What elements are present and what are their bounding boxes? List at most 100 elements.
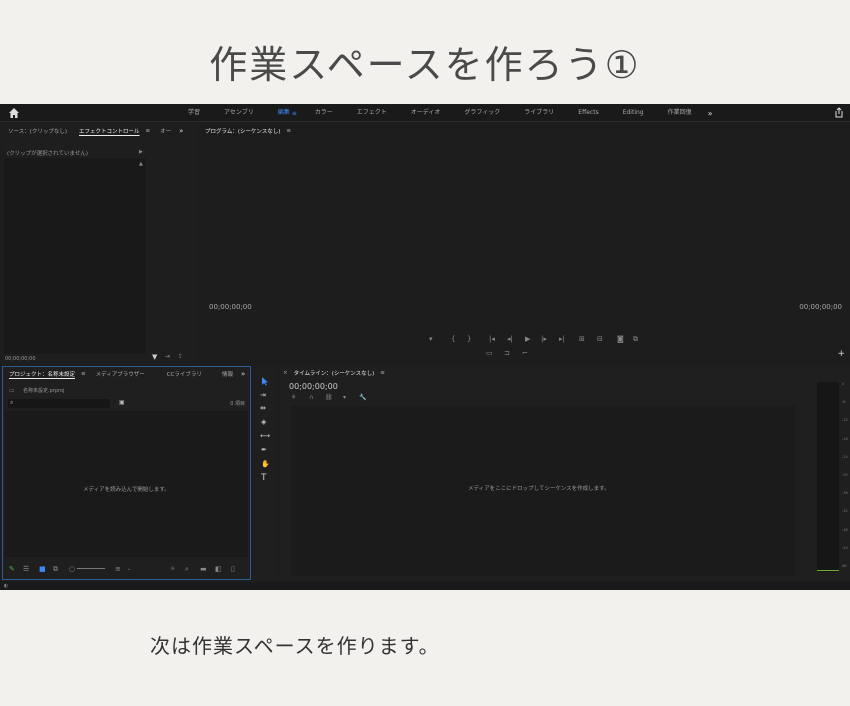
go-to-in-icon[interactable]: |◂ [489, 335, 495, 343]
meter-scale: 0 -6 -12 -18 -24 -30 -36 -42 -48 -54 dB [842, 382, 850, 572]
meter-label: -42 [842, 509, 848, 513]
more-workspaces-icon[interactable]: » [708, 109, 713, 118]
workspace-menu-icon[interactable]: ≡ [292, 110, 297, 117]
tab-cc-library[interactable]: CCライブラリ [161, 370, 208, 378]
play-icon[interactable]: ▶ [525, 335, 530, 343]
search-field[interactable]: ⌕ [8, 399, 110, 408]
panel-menu-icon[interactable]: ≡ [81, 371, 90, 377]
trim-icon[interactable]: ⊐ [504, 349, 510, 357]
lift-icon[interactable]: ⊞ [579, 335, 585, 343]
workspace-tab[interactable]: エフェクト [345, 104, 399, 122]
program-timecode-current: 00;00;00;00 [209, 303, 252, 311]
tab-media-browser[interactable]: メディアブラウザー [90, 370, 151, 378]
mark-out-icon[interactable]: } [467, 335, 471, 343]
effects-empty-area [4, 158, 146, 354]
share-icon[interactable] [834, 107, 844, 118]
new-item-icon[interactable]: ◧ [215, 565, 222, 573]
freeform-view-icon[interactable]: ⧉ [53, 565, 58, 573]
workspace-tab[interactable]: グラフィック [452, 104, 512, 122]
meter-label: -24 [842, 455, 848, 459]
zoom-slider-track[interactable] [77, 568, 105, 569]
new-bin-icon[interactable]: ▣ [119, 399, 125, 407]
wrench-icon[interactable]: 🔧 [359, 394, 366, 402]
type-tool-icon[interactable]: T [261, 474, 267, 483]
sort-icon[interactable]: ≡ [115, 565, 121, 573]
trash-icon[interactable]: ▯ [231, 565, 235, 573]
workspace-tabs: 学習 アセンブリ 編集 ≡ カラー エフェクト オーディオ グラフィック ライブラリ Effect… [176, 104, 713, 122]
tab-program[interactable]: プログラム：(シーケンスなし) [199, 127, 286, 135]
item-count: 0 項目 [230, 401, 245, 407]
workspace-tab[interactable]: 学習 [176, 104, 212, 122]
meter-label: -36 [842, 491, 848, 495]
razor-tool-icon[interactable]: ◈ [261, 418, 266, 426]
home-icon[interactable] [8, 107, 20, 119]
workspace-tab[interactable]: Editing [611, 104, 656, 122]
workspace-tab[interactable]: 作業回復 [656, 104, 704, 122]
tab-info[interactable]: 情報 [216, 370, 239, 378]
pencil-icon[interactable]: ✎ [9, 565, 15, 573]
filter-icon[interactable]: ▼ [152, 353, 157, 361]
no-clip-message: (クリップが選択されていません) [7, 151, 88, 157]
add-button-icon[interactable]: + [837, 350, 845, 359]
hand-tool-icon[interactable]: ✋ [261, 460, 270, 468]
add-marker-icon[interactable]: ▾ [343, 394, 346, 402]
new-bin-bottom-icon[interactable]: ▬ [200, 565, 207, 573]
page-caption: 次は作業スペースを作ります。 [150, 634, 440, 658]
more-tabs-icon[interactable]: » [179, 127, 183, 135]
safe-margin-icon[interactable]: ▭ [486, 349, 493, 357]
project-empty-area [5, 411, 248, 557]
play-triangle-icon[interactable]: ▶ [139, 148, 143, 156]
camera-icon[interactable]: ◙ [617, 335, 624, 343]
meter-label: -6 [842, 400, 846, 404]
panel-menu-icon[interactable]: ≡ [146, 128, 155, 134]
go-to-out-icon[interactable]: ▸| [559, 335, 565, 343]
close-icon[interactable]: × [279, 370, 292, 376]
snap-icon[interactable]: ∩ [309, 394, 313, 402]
meter-label: -54 [842, 546, 848, 550]
status-bar: ◐ [0, 582, 850, 590]
workspace-tab[interactable]: オーディオ [399, 104, 453, 122]
tab-effect-controls[interactable]: エフェクトコントロール [73, 127, 146, 135]
step-forward-icon[interactable]: |▸ [541, 335, 547, 343]
automate-icon[interactable]: ⊪ [171, 565, 175, 573]
extract-icon[interactable]: ⊟ [597, 335, 603, 343]
audio-meter: 0 -6 -12 -18 -24 -30 -36 -42 -48 -54 dB [809, 366, 850, 580]
tab-source[interactable]: ソース：(クリップなし) [2, 127, 73, 135]
panel-menu-icon[interactable]: ≡ [380, 370, 385, 376]
pen-tool-icon[interactable]: ✒ [261, 446, 267, 454]
step-back-icon[interactable]: ◂| [507, 335, 513, 343]
vr-icon[interactable]: ⌐ [522, 349, 528, 357]
workspace-tab[interactable]: カラー [303, 104, 345, 122]
zoom-slider-knob[interactable]: ○ [69, 565, 75, 573]
chevron-down-icon[interactable]: ⌄ [127, 565, 131, 573]
export-icon[interactable]: ⇪ [178, 353, 183, 361]
search-icon: ⌕ [10, 399, 14, 406]
ripple-edit-tool-icon[interactable]: ⇹ [260, 404, 266, 412]
find-icon[interactable]: ⌕ [185, 565, 189, 573]
meter-label: 0 [842, 382, 845, 386]
panel-menu-icon[interactable]: ≡ [286, 128, 291, 134]
icon-view-icon[interactable]: ■ [39, 565, 46, 573]
marker-icon[interactable]: ▾ [429, 335, 433, 343]
scroll-up-icon[interactable]: ▲ [139, 160, 143, 168]
step-icon[interactable]: ⇥ [165, 353, 170, 361]
tab-audio-mixer[interactable]: オー [154, 127, 177, 135]
slip-tool-icon[interactable]: ⟷ [260, 432, 270, 440]
mark-in-icon[interactable]: { [451, 335, 455, 343]
search-input[interactable] [18, 399, 108, 408]
workspace-tab[interactable]: Effects [566, 104, 610, 122]
workspace-tab[interactable]: アセンブリ [212, 104, 266, 122]
project-empty-message: メディアを読み込んで開始します。 [83, 487, 170, 493]
nest-icon[interactable]: ⚘ [291, 394, 296, 402]
more-tabs-icon[interactable]: » [241, 370, 245, 378]
comparison-icon[interactable]: ⧉ [633, 335, 638, 343]
list-view-icon[interactable]: ☰ [23, 565, 29, 573]
linked-selection-icon[interactable]: ⛓ [325, 394, 333, 402]
tools-panel: ⇥ ⇹ ◈ ⟷ ✒ ✋ T [253, 366, 277, 580]
tab-project[interactable]: プロジェクト：名称未設定 [3, 370, 81, 378]
tab-timeline[interactable]: タイムライン：(シーケンスなし) [292, 369, 381, 377]
project-file-name: 名称未設定.prproj [23, 388, 65, 394]
selection-tool-icon[interactable] [261, 376, 269, 386]
workspace-tab[interactable]: ライブラリ [512, 104, 566, 122]
track-select-tool-icon[interactable]: ⇥ [260, 391, 266, 399]
